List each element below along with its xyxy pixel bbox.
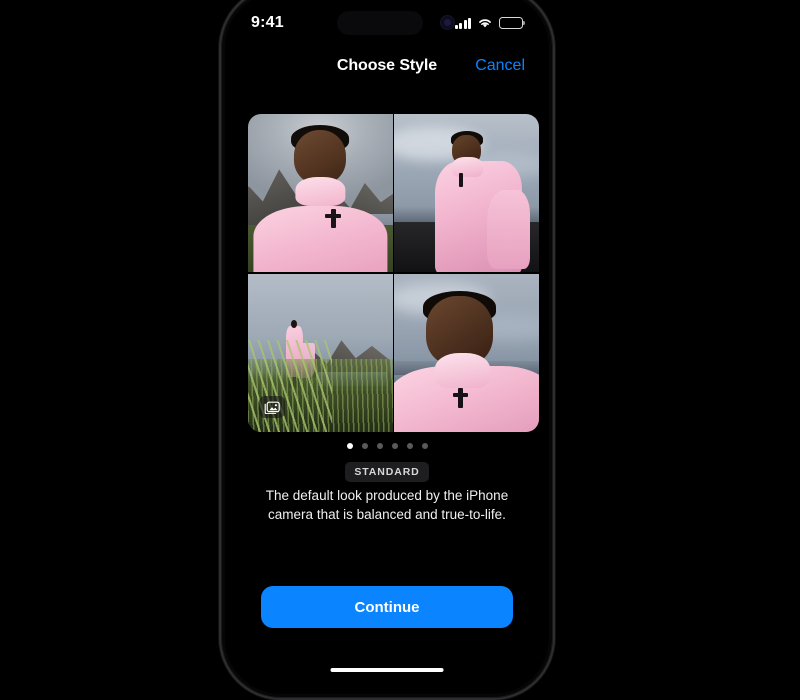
photo-grid: [248, 114, 539, 432]
page-dot-6[interactable]: [421, 443, 428, 449]
style-label-container: STANDARD: [225, 462, 549, 482]
battery-icon: [499, 17, 525, 29]
page-dot-2[interactable]: [361, 443, 368, 449]
style-description-text: The default look produced by the iPhone …: [265, 488, 509, 522]
navigation-bar: Choose Style Cancel: [225, 48, 549, 84]
photo-stack-icon: [264, 401, 280, 414]
preview-photo-selfie-mountains: [248, 114, 393, 273]
page-dot-1[interactable]: [346, 443, 353, 449]
status-bar: 9:41: [225, 6, 549, 40]
preview-photo-portrait-closeup: [394, 273, 539, 432]
page-indicator-dots[interactable]: [225, 443, 549, 449]
style-card-standard[interactable]: [248, 114, 539, 432]
phone-screen: 9:41 Choose Style Cancel STANDARD The de…: [225, 0, 549, 694]
style-name-badge: STANDARD: [345, 462, 429, 482]
carousel-track[interactable]: [248, 114, 549, 436]
screenshot-canvas: 9:41 Choose Style Cancel STANDARD The de…: [0, 0, 800, 700]
status-bar-time: 9:41: [251, 14, 284, 31]
continue-button[interactable]: Continue: [261, 586, 513, 628]
front-camera-icon: [439, 15, 455, 30]
page-title: Choose Style: [336, 57, 438, 74]
page-dot-3[interactable]: [376, 443, 383, 449]
photo-stack-button[interactable]: [259, 396, 285, 418]
style-preview-carousel[interactable]: [225, 114, 549, 436]
page-dot-5[interactable]: [406, 443, 413, 449]
home-indicator[interactable]: [330, 667, 444, 672]
preview-photo-black-beach: [394, 114, 539, 273]
cellular-signal-icon: [454, 17, 471, 29]
wifi-icon: [479, 19, 491, 28]
status-bar-icons: [454, 17, 525, 29]
cancel-button[interactable]: Cancel: [475, 57, 525, 75]
dynamic-island: [336, 11, 455, 35]
page-dot-4[interactable]: [391, 443, 398, 449]
phone-device-frame: 9:41 Choose Style Cancel STANDARD The de…: [219, 0, 555, 700]
